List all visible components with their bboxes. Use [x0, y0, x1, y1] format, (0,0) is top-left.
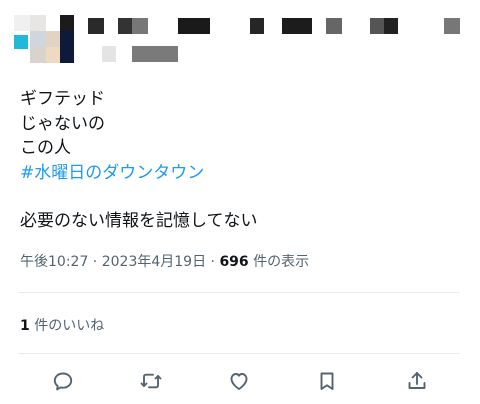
reply-button[interactable]: [46, 366, 80, 400]
tweet-line: ギフテッド: [20, 89, 105, 109]
like-count-label: 件のいいね: [29, 318, 105, 334]
redacted-avatar: [14, 15, 78, 65]
tweet-line: じゃないの: [20, 113, 105, 134]
share-button[interactable]: [400, 366, 434, 400]
tweet-meta: 午後10:27 · 2023年4月19日 · 696 件の表示: [20, 251, 309, 271]
like-button[interactable]: [222, 366, 256, 400]
meta-separator: ·: [88, 254, 102, 270]
like-icon: [227, 369, 251, 397]
hashtag-link[interactable]: #水曜日のダウンタウン: [20, 161, 460, 186]
meta-separator: ·: [206, 254, 220, 270]
reply-icon: [51, 369, 75, 397]
bookmark-icon: [315, 369, 339, 397]
like-count: 1: [20, 318, 30, 334]
redacted-display-name: [88, 18, 468, 36]
tweet-text: ギフテッド じゃないの この人 #水曜日のダウンタウン 必要のない情報を記憶して…: [20, 87, 460, 234]
view-count: 696: [219, 254, 249, 270]
redacted-handle: [88, 46, 188, 62]
bookmark-button[interactable]: [310, 366, 344, 400]
tweet-line: この人: [20, 138, 71, 158]
view-count-label: 件の表示: [248, 254, 310, 270]
tweet-date[interactable]: 2023年4月19日: [102, 254, 206, 270]
action-bar: [0, 366, 480, 400]
retweet-button[interactable]: [134, 366, 168, 400]
share-icon: [405, 369, 429, 397]
tweet-time[interactable]: 午後10:27: [20, 254, 88, 270]
retweet-icon: [139, 369, 163, 397]
divider: [18, 353, 460, 354]
divider: [18, 292, 460, 293]
likes-summary[interactable]: 1 件のいいね: [20, 315, 104, 335]
tweet-line: 必要のない情報を記憶してない: [20, 211, 258, 231]
